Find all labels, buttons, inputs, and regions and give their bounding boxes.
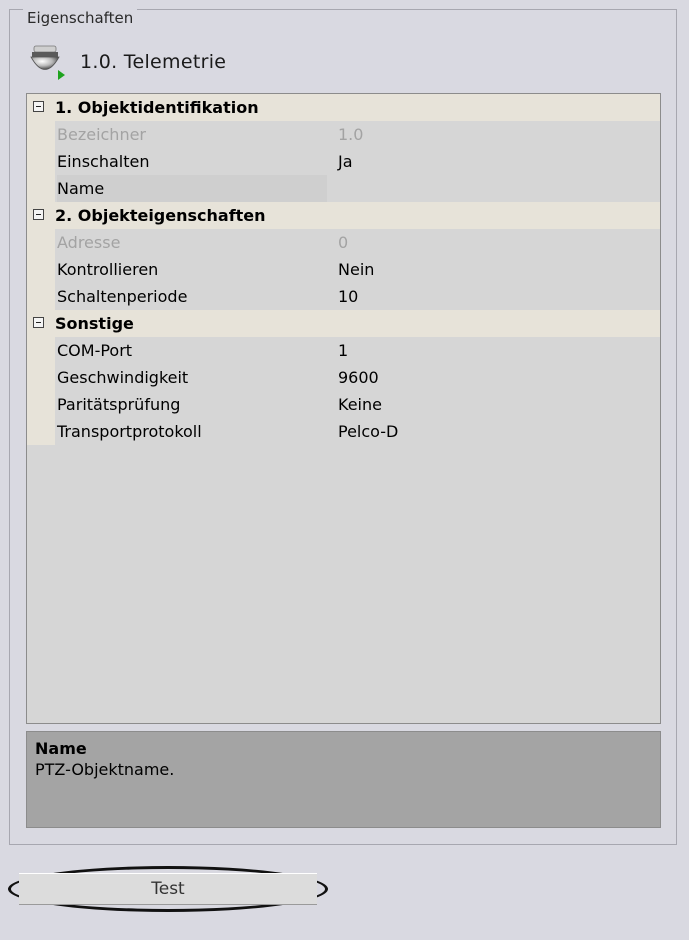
property-name: Schaltenperiode: [57, 287, 188, 306]
property-value[interactable]: 1: [338, 337, 658, 364]
category-row[interactable]: 1. Objektidentifikation: [27, 94, 660, 121]
category-label: 1. Objektidentifikation: [55, 98, 259, 117]
property-row-paritaetspruefung[interactable]: Paritätsprüfung Keine: [27, 391, 660, 418]
category-row[interactable]: Sonstige: [27, 310, 660, 337]
property-value[interactable]: Nein: [338, 256, 658, 283]
property-name: Paritätsprüfung: [57, 395, 181, 414]
group-title: Eigenschaften: [23, 9, 138, 27]
property-value[interactable]: Ja: [338, 148, 658, 175]
ptz-camera-icon: [26, 42, 66, 82]
property-value[interactable]: Keine: [338, 391, 658, 418]
object-title: 1.0. Telemetrie: [80, 51, 227, 73]
property-name: Kontrollieren: [57, 260, 159, 279]
property-row-bezeichner[interactable]: Bezeichner 1.0: [27, 121, 660, 148]
property-row-adresse[interactable]: Adresse 0: [27, 229, 660, 256]
property-row-einschalten[interactable]: Einschalten Ja: [27, 148, 660, 175]
property-row-com-port[interactable]: COM-Port 1: [27, 337, 660, 364]
property-grid[interactable]: 1. Objektidentifikation Bezeichner 1.0 E…: [26, 93, 661, 724]
property-value[interactable]: 9600: [338, 364, 658, 391]
property-row-kontrollieren[interactable]: Kontrollieren Nein: [27, 256, 660, 283]
property-name: Name: [57, 175, 327, 202]
collapse-icon[interactable]: [33, 209, 44, 220]
property-name: Transportprotokoll: [57, 422, 202, 441]
property-row-transportprotokoll[interactable]: Transportprotokoll Pelco-D: [27, 418, 660, 445]
property-name: Bezeichner: [57, 125, 147, 144]
description-text: PTZ-Objektname.: [35, 760, 175, 779]
property-name: Adresse: [57, 233, 121, 252]
property-row-geschwindigkeit[interactable]: Geschwindigkeit 9600: [27, 364, 660, 391]
category-row[interactable]: 2. Objekteigenschaften: [27, 202, 660, 229]
collapse-icon[interactable]: [33, 317, 44, 328]
property-name: Einschalten: [57, 152, 150, 171]
collapse-icon[interactable]: [33, 101, 44, 112]
test-button-label: Test: [151, 879, 185, 899]
category-label: 2. Objekteigenschaften: [55, 206, 266, 225]
property-name: COM-Port: [57, 341, 133, 360]
description-title: Name: [35, 739, 87, 758]
property-row-name[interactable]: Name: [27, 175, 660, 202]
category-label: Sonstige: [55, 314, 134, 333]
property-value: 0: [338, 233, 349, 252]
property-name: Geschwindigkeit: [57, 368, 189, 387]
property-value: 1.0: [338, 125, 364, 144]
property-row-schaltenperiode[interactable]: Schaltenperiode 10: [27, 283, 660, 310]
description-panel: Name PTZ-Objektname.: [26, 731, 661, 828]
property-value[interactable]: Pelco-D: [338, 418, 658, 445]
property-value[interactable]: 10: [338, 283, 658, 310]
object-header: 1.0. Telemetrie: [26, 42, 626, 82]
test-button[interactable]: Test: [8, 866, 328, 912]
